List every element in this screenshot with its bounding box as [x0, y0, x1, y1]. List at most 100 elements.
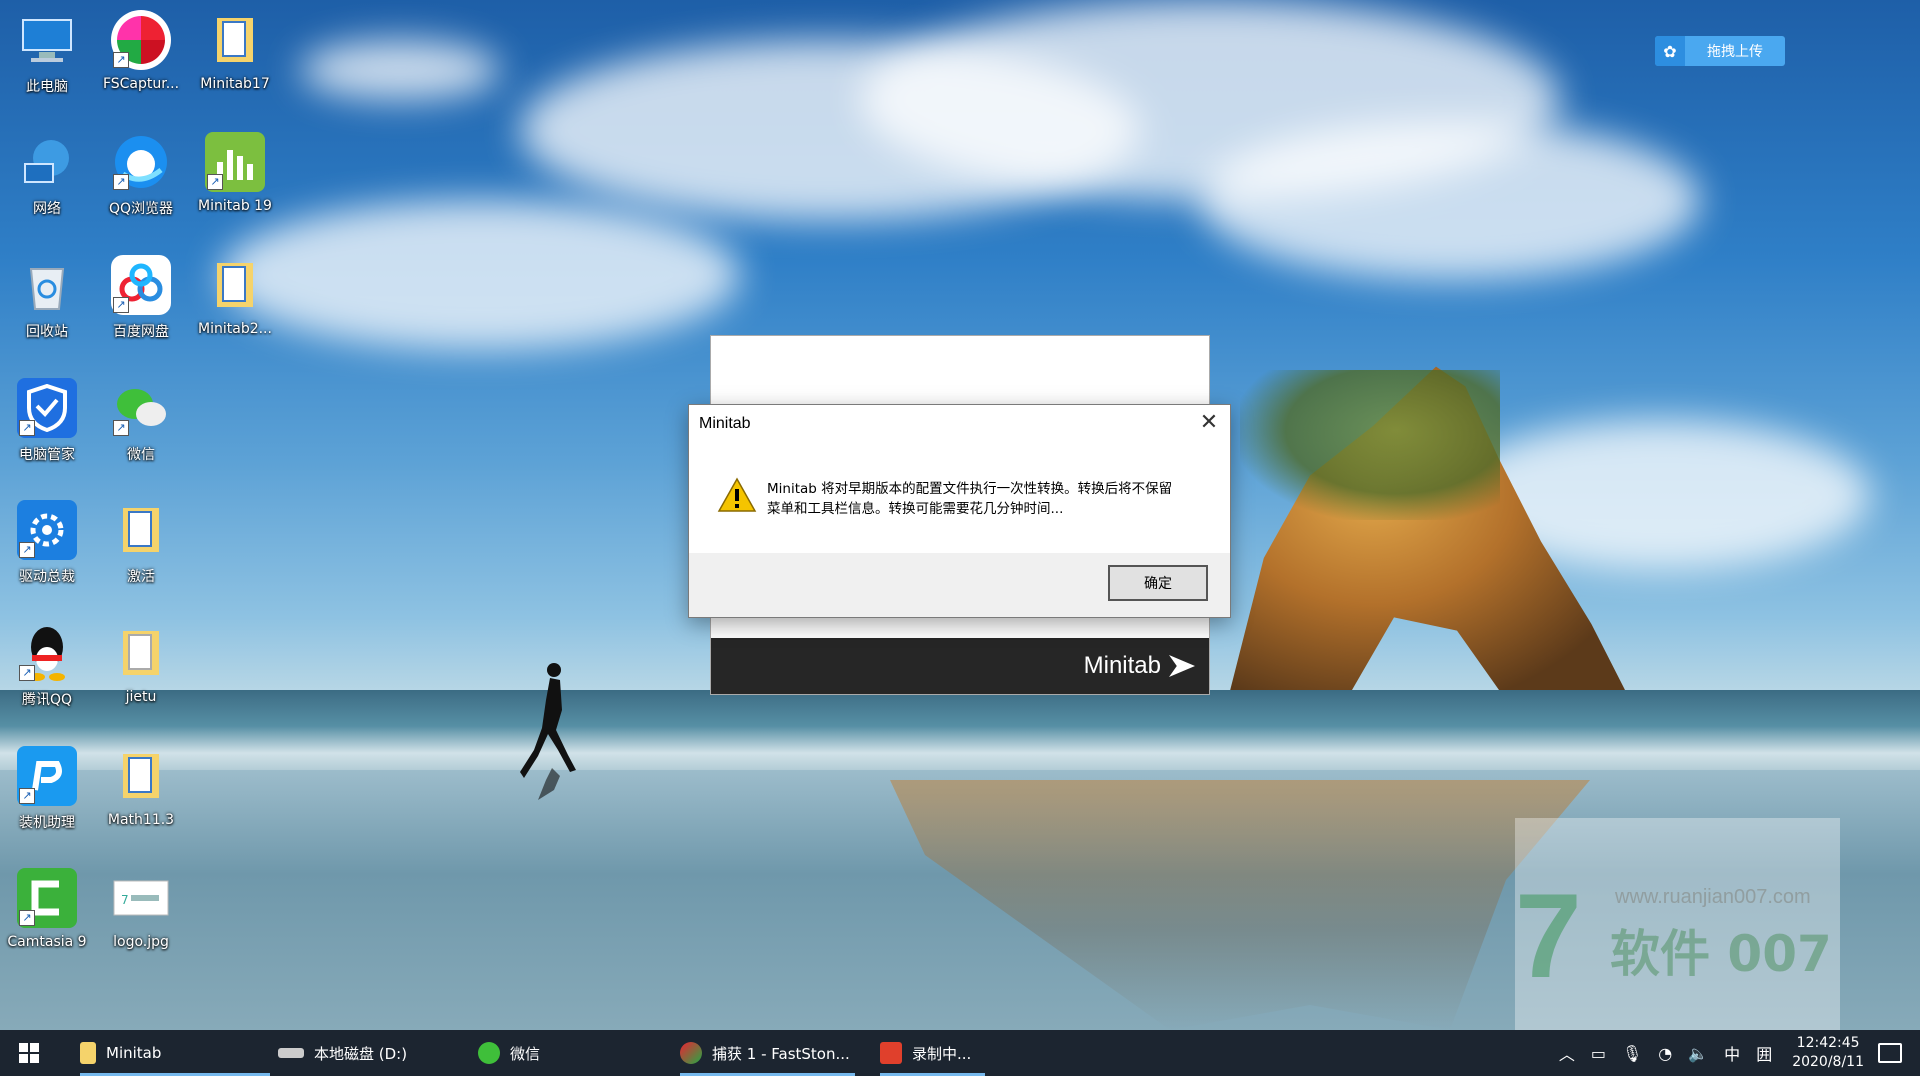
taskbar-item-minitab[interactable]: Minitab — [80, 1030, 270, 1076]
shortcut-arrow-icon: ↗ — [19, 910, 35, 926]
taskbar-item-faststone[interactable]: 捕获 1 - FastSton... — [680, 1030, 855, 1076]
folder-icon — [205, 255, 265, 315]
desktop-icon-camtasia[interactable]: ↗ Camtasia 9 — [0, 858, 94, 968]
cloud — [1200, 120, 1700, 280]
folder-icon — [111, 500, 171, 560]
qq-icon: ↗ — [17, 623, 77, 683]
minitab-logo-icon — [1169, 655, 1195, 677]
dialog-message-line: 菜单和工具栏信息。转换可能需要花几分钟时间... — [767, 501, 1064, 517]
desktop-icon-minitab19[interactable]: ↗ Minitab 19 — [188, 122, 282, 232]
drag-upload-label: 拖拽上传 — [1707, 44, 1763, 60]
baidu-netdisk-icon: ↗ — [111, 255, 171, 315]
watermark-logo: 7 — [1515, 869, 1582, 1003]
ok-button[interactable]: 确定 — [1108, 565, 1208, 601]
taskbar-item-label: 录制中... — [912, 1044, 972, 1063]
shortcut-arrow-icon: ↗ — [113, 52, 129, 68]
dialog-message-line: Minitab 将对早期版本的配置文件执行一次性转换。转换后将不保留 — [767, 481, 1173, 497]
shortcut-arrow-icon: ↗ — [19, 665, 35, 681]
image-file-icon: 7 — [111, 868, 171, 928]
computer-icon — [17, 10, 77, 70]
camtasia-recorder-icon — [880, 1042, 902, 1064]
cloud — [300, 40, 500, 100]
notification-center-icon[interactable] — [1878, 1043, 1902, 1063]
splash-brand-text: Minitab — [1083, 652, 1161, 679]
shortcut-arrow-icon: ↗ — [113, 297, 129, 313]
battery-icon[interactable]: ▭ — [1591, 1044, 1606, 1063]
microphone-icon[interactable]: 🎙 — [1622, 1044, 1642, 1063]
shortcut-arrow-icon: ↗ — [19, 542, 35, 558]
shortcut-arrow-icon: ↗ — [113, 174, 129, 190]
folder-icon — [205, 10, 265, 70]
desktop-icon-qq[interactable]: ↗ 腾讯QQ — [0, 613, 94, 723]
camtasia-icon: ↗ — [17, 868, 77, 928]
desktop-icon-network[interactable]: 网络 — [0, 122, 94, 232]
wechat-icon: ↗ — [111, 378, 171, 438]
desktop-icon-logo-jpg[interactable]: 7 logo.jpg — [94, 858, 188, 968]
taskbar-item-label: 本地磁盘 (D:) — [314, 1044, 408, 1063]
taskbar-item-local-disk[interactable]: 本地磁盘 (D:) — [278, 1030, 458, 1076]
clock-date: 2020/8/11 — [1792, 1054, 1864, 1070]
cloud — [220, 200, 740, 350]
folder-icon — [80, 1042, 96, 1064]
desktop-icon-pc-manager[interactable]: ↗ 电脑管家 — [0, 368, 94, 478]
taskbar-item-label: 微信 — [510, 1044, 541, 1063]
clock[interactable]: 12:42:45 2020/8/11 — [1792, 1034, 1864, 1072]
volume-icon[interactable]: 🔈 — [1688, 1044, 1708, 1063]
shortcut-arrow-icon: ↗ — [113, 420, 129, 436]
taskbar-item-label: 捕获 1 - FastSton... — [712, 1044, 850, 1063]
desktop-icon-driver[interactable]: ↗ 驱动总裁 — [0, 490, 94, 600]
start-button[interactable] — [0, 1030, 58, 1076]
desktop-icon-install-assistant[interactable]: ↗ 装机助理 — [0, 736, 94, 846]
drag-upload-button[interactable]: ✿ 拖拽上传 — [1655, 36, 1785, 66]
network-icon — [17, 132, 77, 192]
desktop-icon-fscapture[interactable]: ↗ FSCaptur... — [94, 0, 188, 110]
clock-time: 12:42:45 — [1796, 1035, 1860, 1051]
desktop-icon-qq-browser[interactable]: ↗ QQ浏览器 — [94, 122, 188, 232]
driver-icon: ↗ — [17, 500, 77, 560]
minitab-conversion-dialog: Minitab ✕ Minitab 将对早期版本的配置文件执行一次性转换。转换后… — [688, 404, 1231, 618]
chevron-up-icon[interactable]: ︿ — [1559, 1041, 1575, 1065]
qq-browser-icon: ↗ — [111, 132, 171, 192]
watermark-url: www.ruanjian007.com — [1615, 886, 1811, 908]
desktop-icon-wechat[interactable]: ↗ 微信 — [94, 368, 188, 478]
shortcut-arrow-icon: ↗ — [207, 174, 223, 190]
rock-moss — [1240, 370, 1500, 520]
fscapture-icon: ↗ — [111, 10, 171, 70]
wifi-icon[interactable]: ◔ — [1658, 1044, 1672, 1063]
minitab-icon: ↗ — [205, 132, 265, 192]
taskbar-item-recording[interactable]: 录制中... — [880, 1030, 985, 1076]
runner-silhouette — [520, 663, 576, 800]
wechat-icon — [478, 1042, 500, 1064]
desktop-icon-minitab17[interactable]: Minitab17 — [188, 0, 282, 110]
ime-indicator[interactable]: 中 — [1724, 1041, 1740, 1065]
desktop-icon-this-pc[interactable]: 此电脑 — [0, 0, 94, 110]
drive-icon — [278, 1048, 304, 1058]
ime-mode-indicator[interactable]: 囲 — [1756, 1041, 1772, 1065]
baidu-netdisk-icon: ✿ — [1655, 36, 1685, 66]
desktop-icon-baidu-netdisk[interactable]: ↗ 百度网盘 — [94, 245, 188, 355]
system-tray: ︿ ▭ 🎙 ◔ 🔈 中 囲 12:42:45 2020/8/11 — [1551, 1030, 1920, 1076]
taskbar-item-label: Minitab — [106, 1044, 162, 1062]
folder-icon — [111, 623, 171, 683]
close-icon[interactable]: ✕ — [1194, 409, 1224, 437]
shortcut-arrow-icon: ↗ — [19, 420, 35, 436]
taskbar: Minitab 本地磁盘 (D:) 微信 捕获 1 - FastSton... … — [0, 1030, 1920, 1076]
watermark-brand: 软件 007 — [1610, 925, 1832, 983]
windows-logo-icon — [19, 1043, 39, 1063]
desktop-icon-minitab2[interactable]: Minitab2... — [188, 245, 282, 355]
folder-icon — [111, 746, 171, 806]
taskbar-item-wechat[interactable]: 微信 — [478, 1030, 638, 1076]
install-assistant-icon: ↗ — [17, 746, 77, 806]
svg-text:7: 7 — [121, 893, 129, 907]
desktop-icon-activate[interactable]: 激活 — [94, 490, 188, 600]
desktop-icon-recycle-bin[interactable]: 回收站 — [0, 245, 94, 355]
dialog-footer: 确定 — [689, 553, 1230, 617]
splash-brand-bar: Minitab — [711, 638, 1209, 694]
desktop-icon-jietu[interactable]: jietu — [94, 613, 188, 723]
fscapture-icon — [680, 1042, 702, 1064]
watermark: 7 www.ruanjian007.com 软件 007 — [1515, 818, 1840, 1030]
dialog-message: Minitab 将对早期版本的配置文件执行一次性转换。转换后将不保留 菜单和工具… — [767, 479, 1207, 519]
shortcut-arrow-icon: ↗ — [19, 788, 35, 804]
warning-icon — [717, 477, 757, 512]
desktop-icon-math[interactable]: Math11.3 — [94, 736, 188, 846]
